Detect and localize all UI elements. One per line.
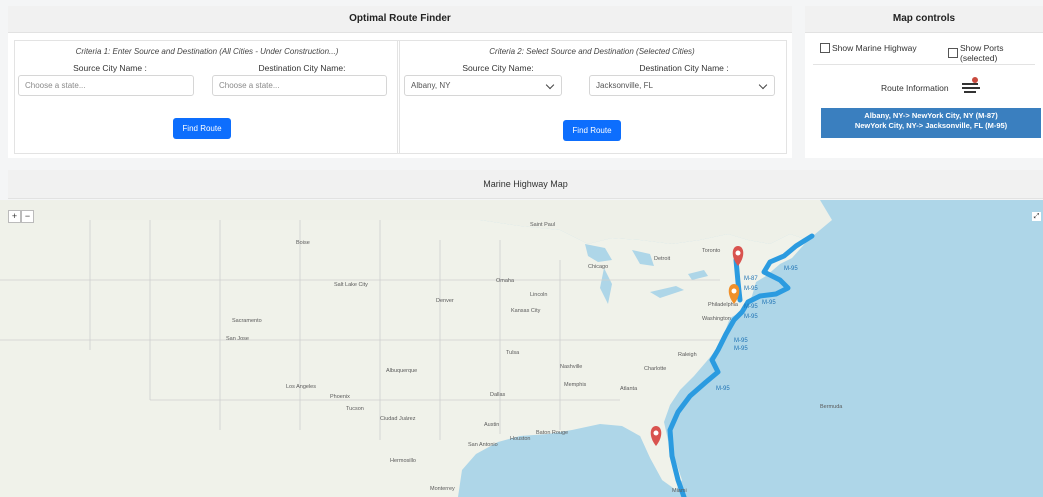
route-label: M-95: [784, 266, 798, 272]
map-controls-card: Map controls Show Marine Highway Show Po…: [805, 6, 1043, 158]
city-label: Detroit: [654, 256, 671, 262]
city-label: Charlotte: [644, 366, 666, 372]
route-label: M-95: [744, 304, 758, 310]
route-finder-card: Optimal Route Finder Criteria 1: Enter S…: [8, 6, 792, 158]
city-label: Baton Rouge: [536, 430, 568, 436]
criteria1-dest-input[interactable]: Choose a state...: [212, 75, 387, 96]
map-header: Marine Highway Map: [8, 170, 1043, 199]
criteria1-heading: Criteria 1: Enter Source and Destination…: [75, 47, 339, 56]
route-label: M-95: [744, 314, 758, 320]
criteria1-panel: Criteria 1: Enter Source and Destination…: [14, 40, 400, 154]
zoom-in-button[interactable]: +: [8, 210, 21, 223]
marine-highway-checkbox[interactable]: [820, 43, 830, 53]
criteria2-dest-select[interactable]: Jacksonville, FL: [589, 75, 775, 96]
ports-toggle[interactable]: Show Ports (selected): [948, 43, 1043, 63]
route-label: M-95: [716, 386, 730, 392]
marine-highway-label: Show Marine Highway: [832, 43, 917, 53]
city-label: Houston: [510, 436, 531, 442]
city-label: Tucson: [346, 406, 364, 412]
city-label: Denver: [436, 298, 454, 304]
city-label: Sacramento: [232, 318, 262, 324]
city-label: Chicago: [588, 264, 608, 270]
city-label: Ciudad Juárez: [380, 416, 416, 422]
route-label: M-95: [762, 300, 776, 306]
city-label: Tulsa: [506, 350, 520, 356]
city-label: Los Angeles: [286, 384, 316, 390]
city-label: Monterrey: [430, 486, 455, 492]
city-label: Austin: [484, 422, 499, 428]
city-label: Omaha: [496, 278, 515, 284]
marine-highway-toggle[interactable]: Show Marine Highway: [820, 43, 917, 53]
city-label: Salt Lake City: [334, 282, 368, 288]
criteria2-source-label: Source City Name:: [462, 63, 534, 73]
controls-divider: [813, 64, 1035, 65]
map-title: Marine Highway Map: [483, 179, 568, 189]
city-label: Nashville: [560, 364, 582, 370]
zoom-controls: + −: [8, 210, 34, 223]
chevron-down-icon: [545, 80, 555, 90]
city-label: Saint Paul: [530, 222, 555, 228]
criteria2-panel: Criteria 2: Select Source and Destinatio…: [397, 40, 787, 154]
city-label: Albuquerque: [386, 368, 417, 374]
city-label: Boise: [296, 240, 310, 246]
city-label: Dallas: [490, 392, 506, 398]
route-label: M-95: [744, 286, 758, 292]
chevron-down-icon: [758, 80, 768, 90]
criteria2-dest-value: Jacksonville, FL: [596, 81, 653, 90]
city-label: Hermosillo: [390, 458, 416, 464]
criteria1-source-label: Source City Name :: [73, 63, 147, 73]
map-controls-title: Map controls: [805, 6, 1043, 33]
fullscreen-button[interactable]: ⤢: [1032, 212, 1041, 221]
city-label: Atlanta: [620, 386, 638, 392]
zoom-out-button[interactable]: −: [21, 210, 34, 223]
route-label: M-95: [734, 338, 748, 344]
city-label: Memphis: [564, 382, 587, 388]
ports-label: Show Ports (selected): [959, 43, 1004, 63]
criteria2-dest-label: Destination City Name :: [639, 63, 729, 73]
route-label: M-95: [734, 346, 748, 352]
route-info-box: Albany, NY-> NewYork City, NY (M-87) New…: [821, 108, 1041, 138]
city-label: Lincoln: [530, 292, 547, 298]
city-label: Kansas City: [511, 308, 541, 314]
map-canvas: M-95 M-87 M-95 M-95 M-95 M-95 M-95 M-95 …: [0, 200, 1043, 497]
criteria2-find-route-button[interactable]: Find Route: [563, 120, 621, 141]
criteria1-source-input[interactable]: Choose a state...: [18, 75, 194, 96]
route-label: M-87: [744, 276, 758, 282]
criteria1-dest-label: Destination City Name:: [258, 63, 346, 73]
marine-highway-map[interactable]: M-95 M-87 M-95 M-95 M-95 M-95 M-95 M-95 …: [0, 200, 1043, 497]
route-line-2: NewYork City, NY-> Jacksonville, FL (M-9…: [854, 121, 1008, 130]
city-label: San Jose: [226, 336, 249, 342]
city-label: Phoenix: [330, 394, 350, 400]
route-line-1: Albany, NY-> NewYork City, NY (M-87): [864, 111, 998, 120]
ports-checkbox[interactable]: [948, 48, 958, 58]
criteria2-source-select[interactable]: Albany, NY: [404, 75, 562, 96]
criteria2-heading: Criteria 2: Select Source and Destinatio…: [489, 47, 695, 56]
route-info-label: Route Information: [881, 83, 949, 93]
city-label: Raleigh: [678, 352, 697, 358]
criteria1-find-route-button[interactable]: Find Route: [173, 118, 231, 139]
city-label: Washington: [702, 316, 731, 322]
criteria2-source-value: Albany, NY: [411, 81, 451, 90]
city-label: Miami: [672, 488, 687, 494]
city-label: San Antonio: [468, 442, 498, 448]
route-finder-title: Optimal Route Finder: [8, 6, 792, 33]
city-label: Toronto: [702, 248, 720, 254]
city-label: Bermuda: [820, 404, 843, 410]
route-info-icon: [962, 77, 980, 93]
